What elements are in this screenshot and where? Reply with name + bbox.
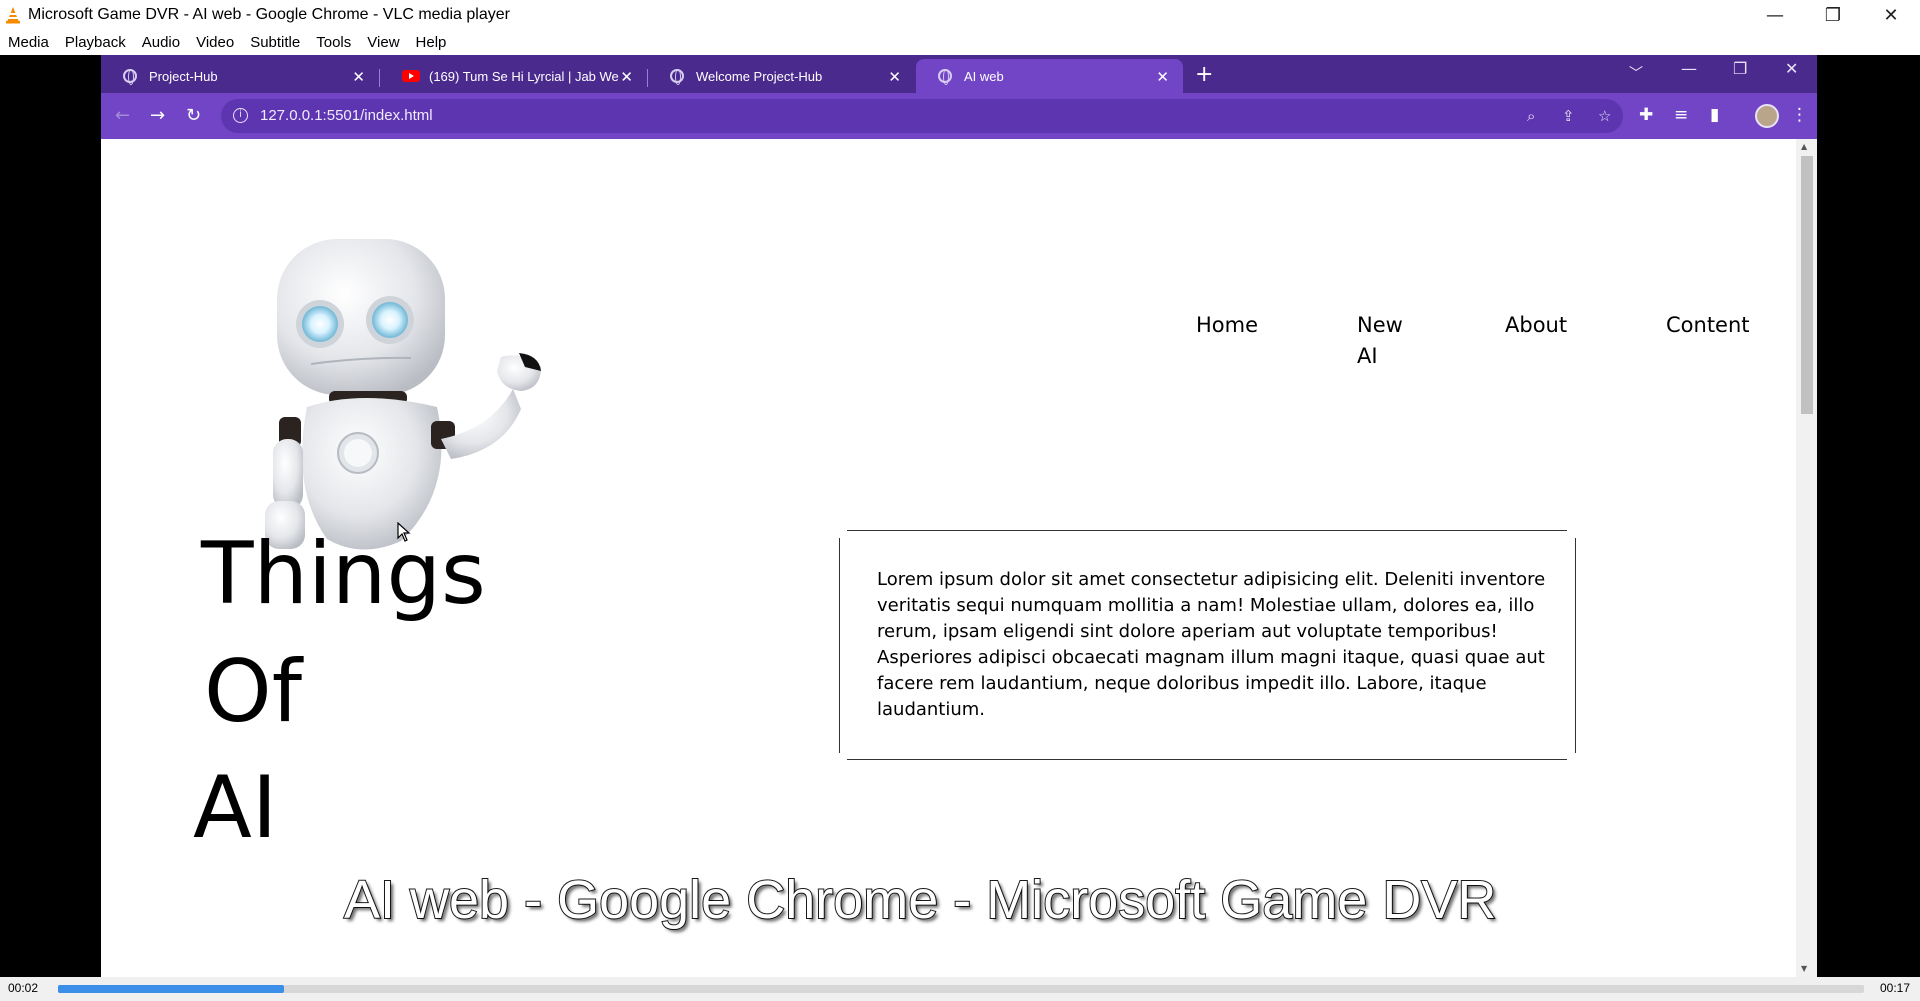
more-menu-icon[interactable]: ⋮ xyxy=(1791,105,1808,125)
card-paragraph: Lorem ipsum dolor sit amet consectetur a… xyxy=(877,569,1546,720)
scroll-up-arrow-icon[interactable]: ▲ xyxy=(1801,142,1807,151)
seek-slider[interactable] xyxy=(58,985,1864,993)
chrome-minimize-button[interactable]: — xyxy=(1681,59,1697,87)
globe-icon xyxy=(670,69,684,85)
profile-avatar[interactable] xyxy=(1755,104,1779,128)
tab-search-chevron-icon[interactable]: ﹀ xyxy=(1629,63,1643,83)
zoom-icon[interactable]: ⌕ xyxy=(1527,107,1535,125)
chrome-toolbar: ← → ↻ i 127.0.0.1:5501/index.html ⌕ ⇪ ☆ … xyxy=(101,93,1817,139)
vlc-seek-bar-area: 00:02 00:17 xyxy=(0,977,1920,1001)
menu-help[interactable]: Help xyxy=(416,34,447,51)
address-bar[interactable]: i 127.0.0.1:5501/index.html ⌕ ⇪ ☆ xyxy=(221,99,1623,133)
tab-close-icon[interactable]: ✕ xyxy=(888,68,901,86)
minimize-button[interactable]: — xyxy=(1746,0,1804,30)
extensions-icon[interactable]: ✚ xyxy=(1639,105,1653,125)
tab-strip: Project-Hub ✕ (169) Tum Se Hi Lyrcial | … xyxy=(101,55,1817,93)
back-arrow-icon[interactable]: ← xyxy=(115,105,130,126)
tab-project-hub[interactable]: Project-Hub ✕ xyxy=(101,59,379,93)
vlc-cone-icon xyxy=(4,6,22,24)
new-tab-button[interactable]: + xyxy=(1195,62,1213,87)
tab-title: (169) Tum Se Hi Lyrcial | Jab We Met xyxy=(429,68,619,84)
share-icon[interactable]: ⇪ xyxy=(1562,107,1575,125)
content-card: Lorem ipsum dolor sit amet consectetur a… xyxy=(839,530,1577,760)
hero-word-things: Things xyxy=(201,524,486,624)
chrome-close-button[interactable]: ✕ xyxy=(1785,59,1798,87)
tab-close-icon[interactable]: ✕ xyxy=(620,68,633,86)
card-border-left xyxy=(839,538,840,753)
side-panel-icon[interactable]: ▮ xyxy=(1710,105,1719,125)
menu-subtitle[interactable]: Subtitle xyxy=(250,34,300,51)
menu-media[interactable]: Media xyxy=(8,34,49,51)
menu-video[interactable]: Video xyxy=(196,34,234,51)
vlc-title-bar: Microsoft Game DVR - AI web - Google Chr… xyxy=(0,0,1920,30)
vlc-menu-bar: Media Playback Audio Video Subtitle Tool… xyxy=(0,30,1920,55)
window-title: Microsoft Game DVR - AI web - Google Chr… xyxy=(28,6,510,23)
scroll-thumb[interactable] xyxy=(1801,156,1813,414)
close-button[interactable]: ✕ xyxy=(1862,0,1920,30)
menu-audio[interactable]: Audio xyxy=(142,34,180,51)
globe-icon xyxy=(938,69,952,85)
bookmark-star-icon[interactable]: ☆ xyxy=(1598,107,1611,125)
card-border-bottom xyxy=(847,759,1567,760)
robot-image xyxy=(251,239,551,569)
tab-title: Project-Hub xyxy=(149,68,218,84)
nav-new-ai[interactable]: New AI xyxy=(1357,310,1417,372)
tab-close-icon[interactable]: ✕ xyxy=(352,68,365,86)
chrome-window: Project-Hub ✕ (169) Tum Se Hi Lyrcial | … xyxy=(101,55,1817,977)
scroll-down-arrow-icon[interactable]: ▼ xyxy=(1801,964,1807,973)
time-elapsed: 00:02 xyxy=(8,981,39,995)
menu-tools[interactable]: Tools xyxy=(316,34,351,51)
nav-home[interactable]: Home xyxy=(1196,310,1258,341)
tab-title: Welcome Project-Hub xyxy=(696,68,823,84)
mouse-cursor-icon xyxy=(397,521,411,546)
nav-about[interactable]: About xyxy=(1505,310,1567,341)
reload-icon[interactable]: ↻ xyxy=(186,105,201,126)
seek-progress xyxy=(58,985,284,993)
menu-view[interactable]: View xyxy=(367,34,399,51)
web-page: Home New AI About Content Things Of AI L… xyxy=(101,139,1796,977)
hero-word-of: Of xyxy=(204,642,302,742)
media-control-icon[interactable]: ≡ xyxy=(1674,105,1688,125)
hero-word-ai: AI xyxy=(193,758,278,858)
nav-content[interactable]: Content xyxy=(1666,310,1750,341)
globe-icon xyxy=(123,69,137,85)
card-border-top xyxy=(847,530,1567,531)
tab-close-icon[interactable]: ✕ xyxy=(1156,68,1169,86)
card-border-right xyxy=(1575,538,1576,753)
time-total: 00:17 xyxy=(1880,981,1911,995)
restore-button[interactable]: ❐ xyxy=(1804,0,1862,30)
url-text: 127.0.0.1:5501/index.html xyxy=(260,107,433,124)
tab-ai-web[interactable]: AI web ✕ xyxy=(916,59,1183,93)
chrome-restore-button[interactable]: ❐ xyxy=(1733,59,1747,87)
tab-title: AI web xyxy=(964,68,1004,84)
youtube-icon xyxy=(402,70,420,82)
site-info-icon[interactable]: i xyxy=(233,108,248,123)
video-subtitle: AI web - Google Chrome - Microsoft Game … xyxy=(343,869,1497,931)
tab-welcome-project-hub[interactable]: Welcome Project-Hub ✕ xyxy=(648,59,915,93)
menu-playback[interactable]: Playback xyxy=(65,34,126,51)
tab-youtube[interactable]: (169) Tum Se Hi Lyrcial | Jab We Met ✕ xyxy=(380,59,647,93)
forward-arrow-icon[interactable]: → xyxy=(150,105,165,126)
page-scrollbar[interactable]: ▲ ▼ xyxy=(1796,139,1817,977)
